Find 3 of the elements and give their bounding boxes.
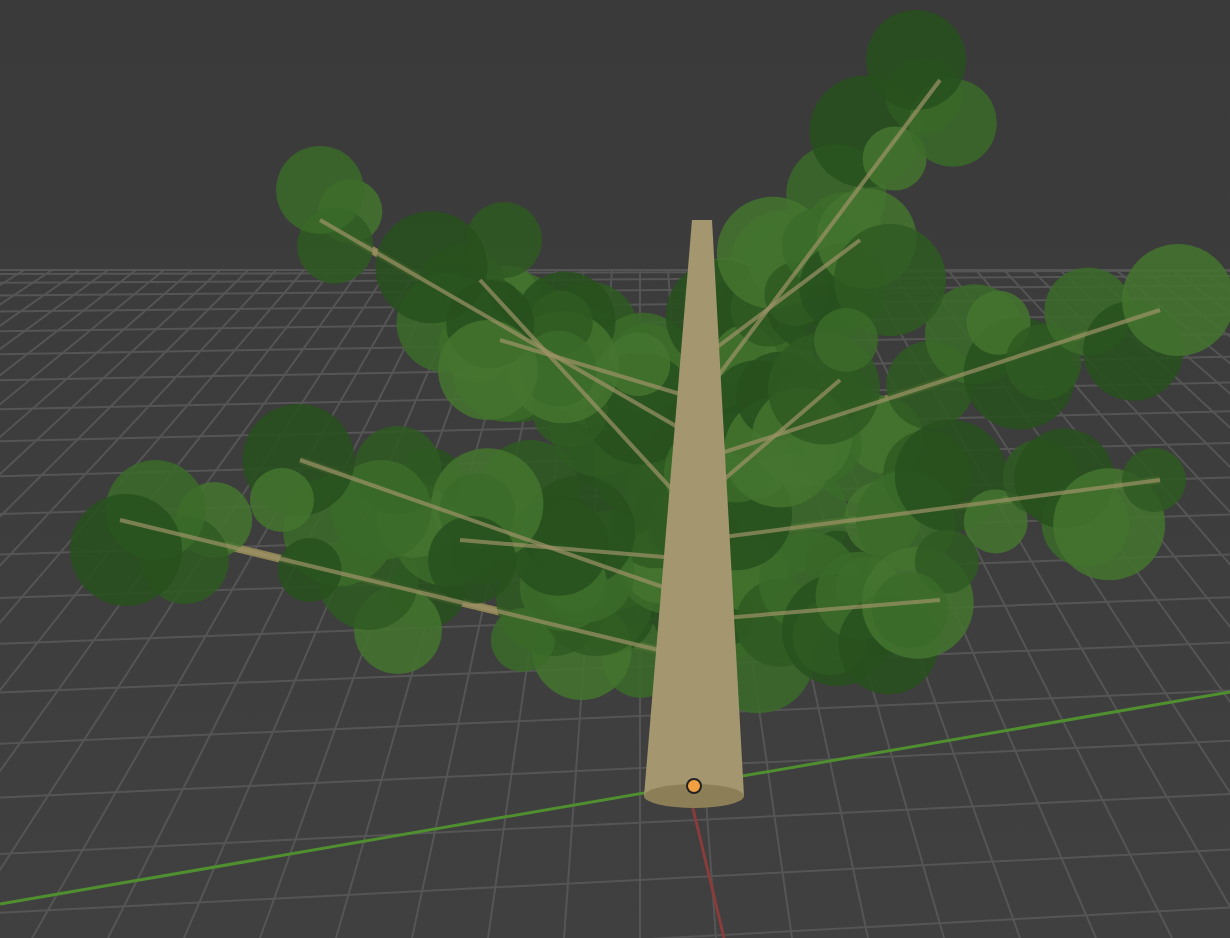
3d-viewport[interactable] <box>0 0 1230 938</box>
tree-drawing[interactable] <box>70 10 1230 808</box>
origin-marker-icon[interactable] <box>686 778 702 794</box>
